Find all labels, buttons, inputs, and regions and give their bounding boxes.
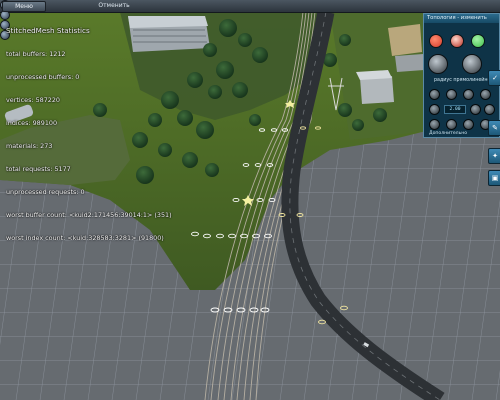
menu-button[interactable]: Меню xyxy=(2,1,46,12)
plus-icon[interactable] xyxy=(484,104,495,115)
stats-title: StitchedMesh Statistics xyxy=(6,26,90,36)
mode-label[interactable]: Отменить xyxy=(94,1,134,10)
minus-icon[interactable] xyxy=(470,104,481,115)
stats-line: unprocessed buffers: 0 xyxy=(6,72,80,81)
stats-line: materials: 273 xyxy=(6,141,53,150)
lock-icon[interactable] xyxy=(463,89,474,100)
side-tab-3[interactable]: ✦ xyxy=(488,148,500,164)
red-indicator-icon[interactable] xyxy=(429,34,443,48)
panel-title: Топология - изменить xyxy=(424,14,499,23)
side-tab-4[interactable]: ▣ xyxy=(488,170,500,186)
gear-icon[interactable] xyxy=(429,89,440,100)
green-indicator-icon[interactable] xyxy=(471,34,485,48)
close-icon[interactable] xyxy=(480,89,491,100)
stats-line: total buffers: 1212 xyxy=(6,49,66,58)
building-factory xyxy=(356,70,394,104)
arrow-icon[interactable] xyxy=(446,89,457,100)
snap-icon[interactable] xyxy=(446,119,457,130)
radius-field[interactable]: 2.00 xyxy=(444,105,466,114)
footer-label: Дополнительно xyxy=(429,131,468,136)
track-icon[interactable] xyxy=(429,104,440,115)
rotate-knob-icon[interactable] xyxy=(462,54,482,74)
stats-line: worst buffer count: <kuid2:171456:39014:… xyxy=(6,211,172,220)
red-indicator-icon[interactable] xyxy=(450,34,464,48)
side-tab-2[interactable]: ✎ xyxy=(488,120,500,136)
stats-line: unprocessed requests: 0 xyxy=(6,188,85,197)
stats-line: total requests: 5177 xyxy=(6,165,71,174)
stats-overlay: StitchedMesh Statistics total buffers: 1… xyxy=(6,12,172,251)
grid-icon[interactable] xyxy=(429,119,440,130)
stats-line: worst index count: <kuid:328583:3281> (9… xyxy=(6,234,164,243)
flip-icon[interactable] xyxy=(463,119,474,130)
rotate-knob-icon[interactable] xyxy=(428,54,448,74)
stats-line: vertices: 587220 xyxy=(6,95,60,104)
stats-line: indices: 989100 xyxy=(6,118,58,127)
side-tab-1[interactable]: ✓ xyxy=(488,70,500,86)
